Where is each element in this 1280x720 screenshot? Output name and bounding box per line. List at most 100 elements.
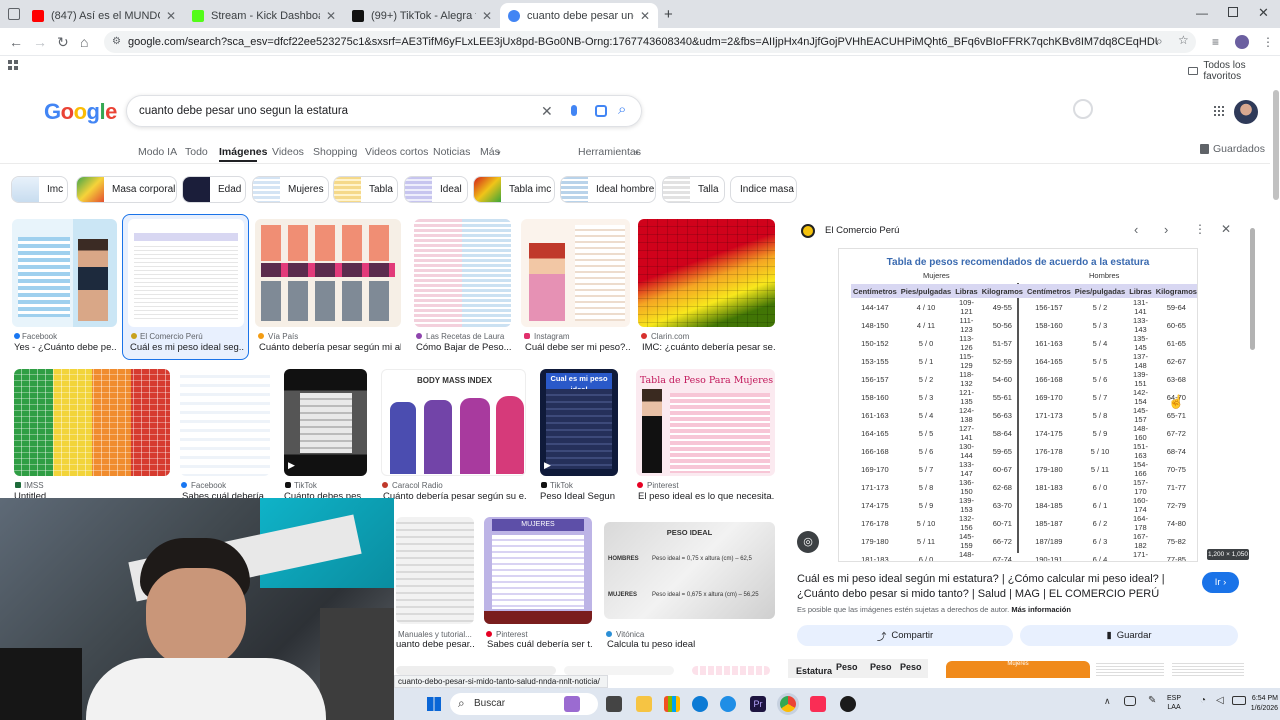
result-title[interactable]: uanto debe pesar... <box>396 639 474 650</box>
previous-image-icon[interactable]: ‹ <box>1134 222 1138 237</box>
clear-search-icon[interactable]: ✕ <box>541 103 553 120</box>
all-bookmarks[interactable]: Todos los favoritos <box>1188 60 1280 82</box>
close-tab-icon[interactable]: ✕ <box>166 9 176 23</box>
google-logo[interactable]: Google <box>44 99 117 125</box>
browser-tab[interactable]: (847) Así es el MUNDO de HAR ✕ <box>24 3 184 28</box>
lens-icon[interactable]: ◎ <box>797 531 819 553</box>
result-image[interactable] <box>180 369 270 476</box>
result-title[interactable]: Cuál es mi peso ideal seg... <box>130 342 244 353</box>
maximize-icon[interactable] <box>1228 7 1238 17</box>
result-title[interactable]: Cómo Bajar de Peso... <box>416 342 511 353</box>
reload-icon[interactable]: ↻ <box>57 34 69 50</box>
search-icon[interactable]: ⌕ <box>618 101 626 118</box>
result-image[interactable] <box>12 219 117 327</box>
related-peek[interactable]: Mujeres <box>946 661 1090 678</box>
result-image[interactable] <box>255 219 401 327</box>
result-title[interactable]: Cuál debe ser mi peso?... <box>525 342 630 353</box>
volume-icon[interactable]: ◁ <box>1216 695 1224 706</box>
next-image-icon[interactable]: › <box>1164 222 1168 237</box>
account-avatar[interactable] <box>1234 100 1258 124</box>
result-title[interactable]: Cuánto debería pesar según mi al... <box>259 342 401 353</box>
filter-chip[interactable]: Indice masa <box>730 176 797 203</box>
result-image[interactable]: PESO IDEAL HOMBRES Peso ideal = 0,75 x a… <box>604 522 775 619</box>
store-icon[interactable] <box>664 696 680 712</box>
filter-chip[interactable]: Tabla <box>333 176 398 203</box>
lens-search-icon[interactable] <box>595 105 607 117</box>
zoom-icon[interactable]: ⌕ <box>1156 34 1163 49</box>
nav-videos[interactable]: Videos <box>272 146 304 158</box>
page-scrollbar[interactable] <box>1273 90 1279 200</box>
result-video[interactable]: ▶ <box>284 369 367 476</box>
result-image-partial[interactable] <box>396 666 556 675</box>
result-title[interactable]: Yes - ¿Cuánto debe pe... <box>14 342 117 353</box>
new-tab-icon[interactable]: + <box>664 6 673 23</box>
tools-button[interactable]: Herramientas <box>578 146 641 158</box>
nav-shopping[interactable]: Shopping <box>313 146 357 158</box>
wifi-icon[interactable]: ◔ <box>1200 695 1206 706</box>
close-tab-icon[interactable]: ✕ <box>640 9 650 23</box>
close-tab-icon[interactable]: ✕ <box>326 9 336 23</box>
browser-tab[interactable]: Stream - Kick Dashboard ✕ <box>184 3 344 28</box>
result-image-partial[interactable] <box>692 666 770 675</box>
widget-icon[interactable] <box>564 696 580 712</box>
nav-noticias[interactable]: Noticias <box>433 146 470 158</box>
browser-tab[interactable]: (99+) TikTok - Alegra tu día ✕ <box>344 3 500 28</box>
nav-modo-ia[interactable]: Modo IA <box>138 146 177 158</box>
obs-icon[interactable] <box>840 696 856 712</box>
profile-avatar[interactable] <box>1235 35 1249 49</box>
home-icon[interactable]: ⌂ <box>80 34 88 50</box>
tray-chevron-icon[interactable]: ∧ <box>1104 696 1111 707</box>
result-image[interactable] <box>414 219 511 327</box>
result-image-partial[interactable] <box>564 666 674 675</box>
close-window-icon[interactable]: ✕ <box>1258 5 1269 21</box>
file-explorer-icon[interactable] <box>636 696 652 712</box>
nav-todo[interactable]: Todo <box>185 146 208 158</box>
result-image[interactable]: MUJERES <box>484 517 592 624</box>
address-bar[interactable]: ⚙ google.com/search?sca_esv=dfcf22ee5232… <box>104 31 1196 53</box>
filter-chip[interactable]: Edad <box>182 176 246 203</box>
voice-search-icon[interactable] <box>571 105 577 116</box>
saved-link[interactable]: Guardados <box>1213 143 1265 155</box>
forward-icon[interactable]: → <box>33 34 47 50</box>
back-icon[interactable]: ← <box>9 34 23 50</box>
language-indicator[interactable]: ESP LAA <box>1167 694 1181 712</box>
result-image[interactable]: BODY MASS INDEX <box>381 369 526 476</box>
filter-chip[interactable]: Ideal <box>404 176 468 203</box>
result-title[interactable]: Peso Ideal Segun ... <box>540 491 618 502</box>
task-view-icon[interactable] <box>606 696 622 712</box>
chrome-icon[interactable] <box>780 696 796 712</box>
result-image[interactable] <box>521 219 630 327</box>
filter-chip[interactable]: Mujeres <box>252 176 329 203</box>
result-title[interactable]: IMC: ¿cuánto debería pesar se... <box>642 342 775 353</box>
filter-chip[interactable]: Talla <box>662 176 725 203</box>
panel-scrollbar[interactable] <box>1250 228 1255 350</box>
filter-chip[interactable]: Imc <box>11 176 68 203</box>
close-panel-icon[interactable]: ✕ <box>1221 222 1231 236</box>
search-input[interactable]: cuanto debe pesar uno segun la estatura <box>139 105 348 117</box>
apps-icon[interactable] <box>8 60 18 70</box>
pen-icon[interactable]: ✎ <box>1148 695 1156 706</box>
nav-imagenes[interactable]: Imágenes <box>219 146 267 158</box>
result-title[interactable]: Sabes cuál debería ser t... <box>487 639 592 650</box>
filter-chip[interactable]: Tabla imc <box>473 176 555 203</box>
music-icon[interactable] <box>810 696 826 712</box>
windows-start-icon[interactable] <box>427 697 441 711</box>
close-tab-icon[interactable]: ✕ <box>482 9 492 23</box>
search-box[interactable]: cuanto debe pesar uno segun la estatura … <box>126 95 642 127</box>
result-image[interactable] <box>396 517 474 624</box>
site-info-icon[interactable]: ⚙ <box>112 36 121 47</box>
result-image[interactable] <box>128 219 244 327</box>
filter-chip[interactable]: Ideal hombre <box>560 176 656 203</box>
edge-icon[interactable] <box>692 696 708 712</box>
save-button[interactable]: ▮ Guardar <box>1020 625 1238 646</box>
share-button[interactable]: ⤴ Compartir <box>797 625 1013 646</box>
battery-icon[interactable] <box>1232 696 1246 705</box>
filter-chip[interactable]: Masa corporal <box>76 176 177 203</box>
media-icon[interactable]: ≡ <box>1212 34 1219 50</box>
result-image[interactable] <box>14 369 170 476</box>
browser-tab-active[interactable]: cuanto debe pesar uno segun la ✕ <box>500 3 658 28</box>
panel-site-name[interactable]: El Comercio Perú <box>825 225 899 236</box>
result-image[interactable] <box>638 219 775 327</box>
result-video[interactable]: Cual es mi peso ideal ▶ <box>540 369 618 476</box>
google-apps-icon[interactable] <box>1214 106 1224 116</box>
